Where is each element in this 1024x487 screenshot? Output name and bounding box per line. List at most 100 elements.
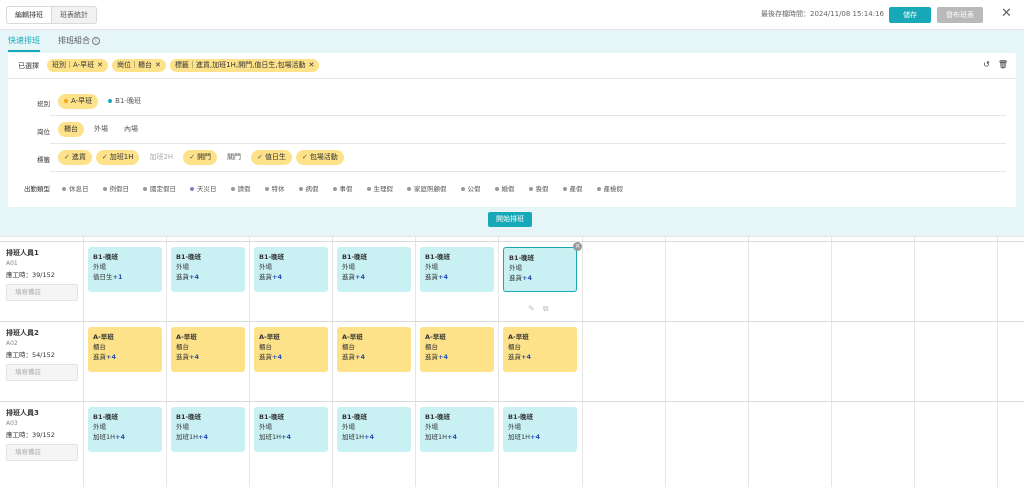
copy-icon[interactable]: ⧉: [543, 304, 549, 314]
post-option-floor[interactable]: 外場: [88, 122, 114, 137]
attendance-option[interactable]: 喪假: [528, 183, 549, 193]
attendance-option[interactable]: 產假: [562, 183, 583, 193]
shift-card[interactable]: B1-晚班 外場 進貨+4: [420, 247, 494, 292]
shift-card[interactable]: B1-晚班 外場 進貨+4: [171, 247, 245, 292]
selected-chip-post[interactable]: 崗位｜櫃台 ✕: [112, 59, 166, 72]
shift-card[interactable]: B1-晚班 外場 加班1H+4: [171, 407, 245, 452]
attendance-option[interactable]: 特休: [264, 183, 285, 193]
staff-info: 排班人員3 A03 應工時：39/152 填寫備註: [6, 408, 82, 461]
note-input[interactable]: 填寫備註: [6, 364, 78, 381]
remove-chip-icon[interactable]: ✕: [155, 61, 161, 69]
shift-option-b1-evening[interactable]: B1-晚班: [102, 94, 147, 109]
attendance-option[interactable]: 婚假: [494, 183, 515, 193]
post-option-counter[interactable]: 櫃台: [58, 122, 84, 137]
staff-name: 排班人員1: [6, 249, 39, 257]
start-schedule-button[interactable]: 開始排班: [488, 212, 532, 227]
tag-option-private-event[interactable]: ✓ 包場活動: [295, 150, 344, 165]
shift-post: 外場: [425, 423, 438, 431]
shift-card[interactable]: B1-晚班 外場 加班1H+4: [88, 407, 162, 452]
reset-icon[interactable]: ↺: [983, 60, 990, 69]
save-button[interactable]: 儲存: [889, 7, 931, 23]
filter-label-post: 崗位: [37, 128, 50, 136]
more-tags-count: +4: [355, 273, 365, 281]
attendance-option[interactable]: 請假: [230, 183, 251, 193]
more-tags-count: +4: [189, 353, 199, 361]
shift-card[interactable]: B1-晚班 外場 加班1H+4: [420, 407, 494, 452]
tag-option-restock[interactable]: ✓ 進貨: [58, 150, 92, 165]
shift-tags: 進貨+4: [425, 273, 448, 281]
tag-option-close[interactable]: 關門: [221, 150, 247, 165]
mode-schedule-stats[interactable]: 班表統計: [52, 7, 96, 23]
shift-card[interactable]: A-早班 櫃台 進貨+4: [254, 327, 328, 372]
more-tags-count: +4: [115, 433, 126, 441]
shift-post: 櫃台: [508, 343, 521, 351]
shift-post: 外場: [176, 423, 189, 431]
close-icon[interactable]: ✕: [1001, 6, 1012, 22]
tab-schedule-combo[interactable]: 排班組合 i: [58, 34, 100, 52]
attendance-option[interactable]: 休息日: [62, 183, 89, 193]
publish-button[interactable]: 發布班表: [937, 7, 983, 23]
grid-column-line: [332, 237, 333, 487]
staff-hours: 應工時：39/152: [6, 271, 55, 279]
tag-option-open[interactable]: ✓ 開門: [183, 150, 218, 165]
remove-chip-icon[interactable]: ✕: [97, 61, 103, 69]
shift-card[interactable]: B1-晚班 外場 進貨+4: [503, 247, 577, 292]
attendance-color-dot: [528, 187, 533, 191]
attendance-option[interactable]: 天災日: [190, 183, 217, 193]
shift-card[interactable]: A-早班 櫃台 進貨+4: [420, 327, 494, 372]
selected-chip-tags[interactable]: 標籤｜進貨,加班1H,開門,值日生,包場活動 ✕: [169, 59, 320, 72]
attendance-color-dot: [298, 187, 303, 191]
remove-shift-icon[interactable]: ×: [573, 242, 582, 251]
shift-option-a-morning[interactable]: A-早班: [58, 94, 99, 109]
attendance-color-dot: [332, 187, 337, 191]
more-tags-count: +4: [438, 353, 448, 361]
attendance-color-dot: [460, 187, 465, 191]
top-bar: 編輯排班 班表統計 最後存檔時間：2024/11/08 15:14:16 儲存 …: [0, 0, 1024, 30]
attendance-option[interactable]: 公假: [460, 183, 481, 193]
shift-card[interactable]: B1-晚班 外場 值日生+1: [88, 247, 162, 292]
attendance-option[interactable]: 生理假: [366, 183, 393, 193]
attendance-option[interactable]: 家庭照顧假: [407, 183, 447, 193]
note-input[interactable]: 填寫備註: [6, 284, 78, 301]
attendance-option[interactable]: 產檢假: [596, 183, 623, 193]
attendance-option[interactable]: 病假: [298, 183, 319, 193]
tag-option-duty[interactable]: ✓ 值日生: [251, 150, 292, 165]
post-option-kitchen[interactable]: 內場: [118, 122, 144, 137]
shift-tags: 進貨+4: [508, 353, 531, 361]
shift-card[interactable]: A-早班 櫃台 進貨+4: [171, 327, 245, 372]
grid-column-line: [582, 237, 583, 487]
shift-card[interactable]: B1-晚班 外場 加班1H+4: [337, 407, 411, 452]
shift-card[interactable]: A-早班 櫃台 進貨+4: [503, 327, 577, 372]
attendance-color-dot: [596, 187, 601, 191]
more-tags-count: +4: [530, 433, 541, 441]
tab-quick-schedule[interactable]: 快速排班: [8, 34, 40, 52]
shift-card[interactable]: A-早班 櫃台 進貨+4: [337, 327, 411, 372]
tag-option-overtime-2h[interactable]: 加班2H: [143, 150, 179, 165]
shift-tags: 進貨+4: [425, 353, 448, 361]
attendance-color-dot: [562, 187, 567, 191]
shift-card[interactable]: A-早班 櫃台 進貨+4: [88, 327, 162, 372]
shift-title: B1-晚班: [176, 253, 202, 261]
shift-card[interactable]: B1-晚班 外場 加班1H+4: [503, 407, 577, 452]
shift-title: B1-晚班: [342, 413, 368, 421]
shift-card[interactable]: B1-晚班 外場 進貨+4: [337, 247, 411, 292]
edit-icon[interactable]: ✎: [528, 304, 535, 314]
shift-post: 櫃台: [425, 343, 438, 351]
attendance-option[interactable]: 國定假日: [143, 183, 176, 193]
mode-edit-schedule[interactable]: 編輯排班: [7, 7, 52, 23]
tag-option-overtime-1h[interactable]: ✓ 加班1H: [95, 150, 140, 165]
info-icon[interactable]: i: [92, 36, 100, 45]
attendance-option[interactable]: 事假: [332, 183, 353, 193]
remove-chip-icon[interactable]: ✕: [309, 61, 315, 69]
shift-tags: 進貨+4: [342, 273, 365, 281]
more-tags-count: +4: [364, 433, 375, 441]
note-input[interactable]: 填寫備註: [6, 444, 78, 461]
more-tags-count: +4: [438, 273, 448, 281]
selected-chip-shift[interactable]: 班別｜A-早班 ✕: [47, 59, 109, 72]
shift-card[interactable]: B1-晚班 外場 加班1H+4: [254, 407, 328, 452]
shift-card[interactable]: B1-晚班 外場 進貨+4: [254, 247, 328, 292]
trash-icon[interactable]: 🗑: [998, 60, 1008, 69]
shift-title: A-早班: [93, 333, 114, 341]
attendance-option[interactable]: 例假日: [102, 183, 129, 193]
staff-hours: 應工時：54/152: [6, 351, 55, 359]
